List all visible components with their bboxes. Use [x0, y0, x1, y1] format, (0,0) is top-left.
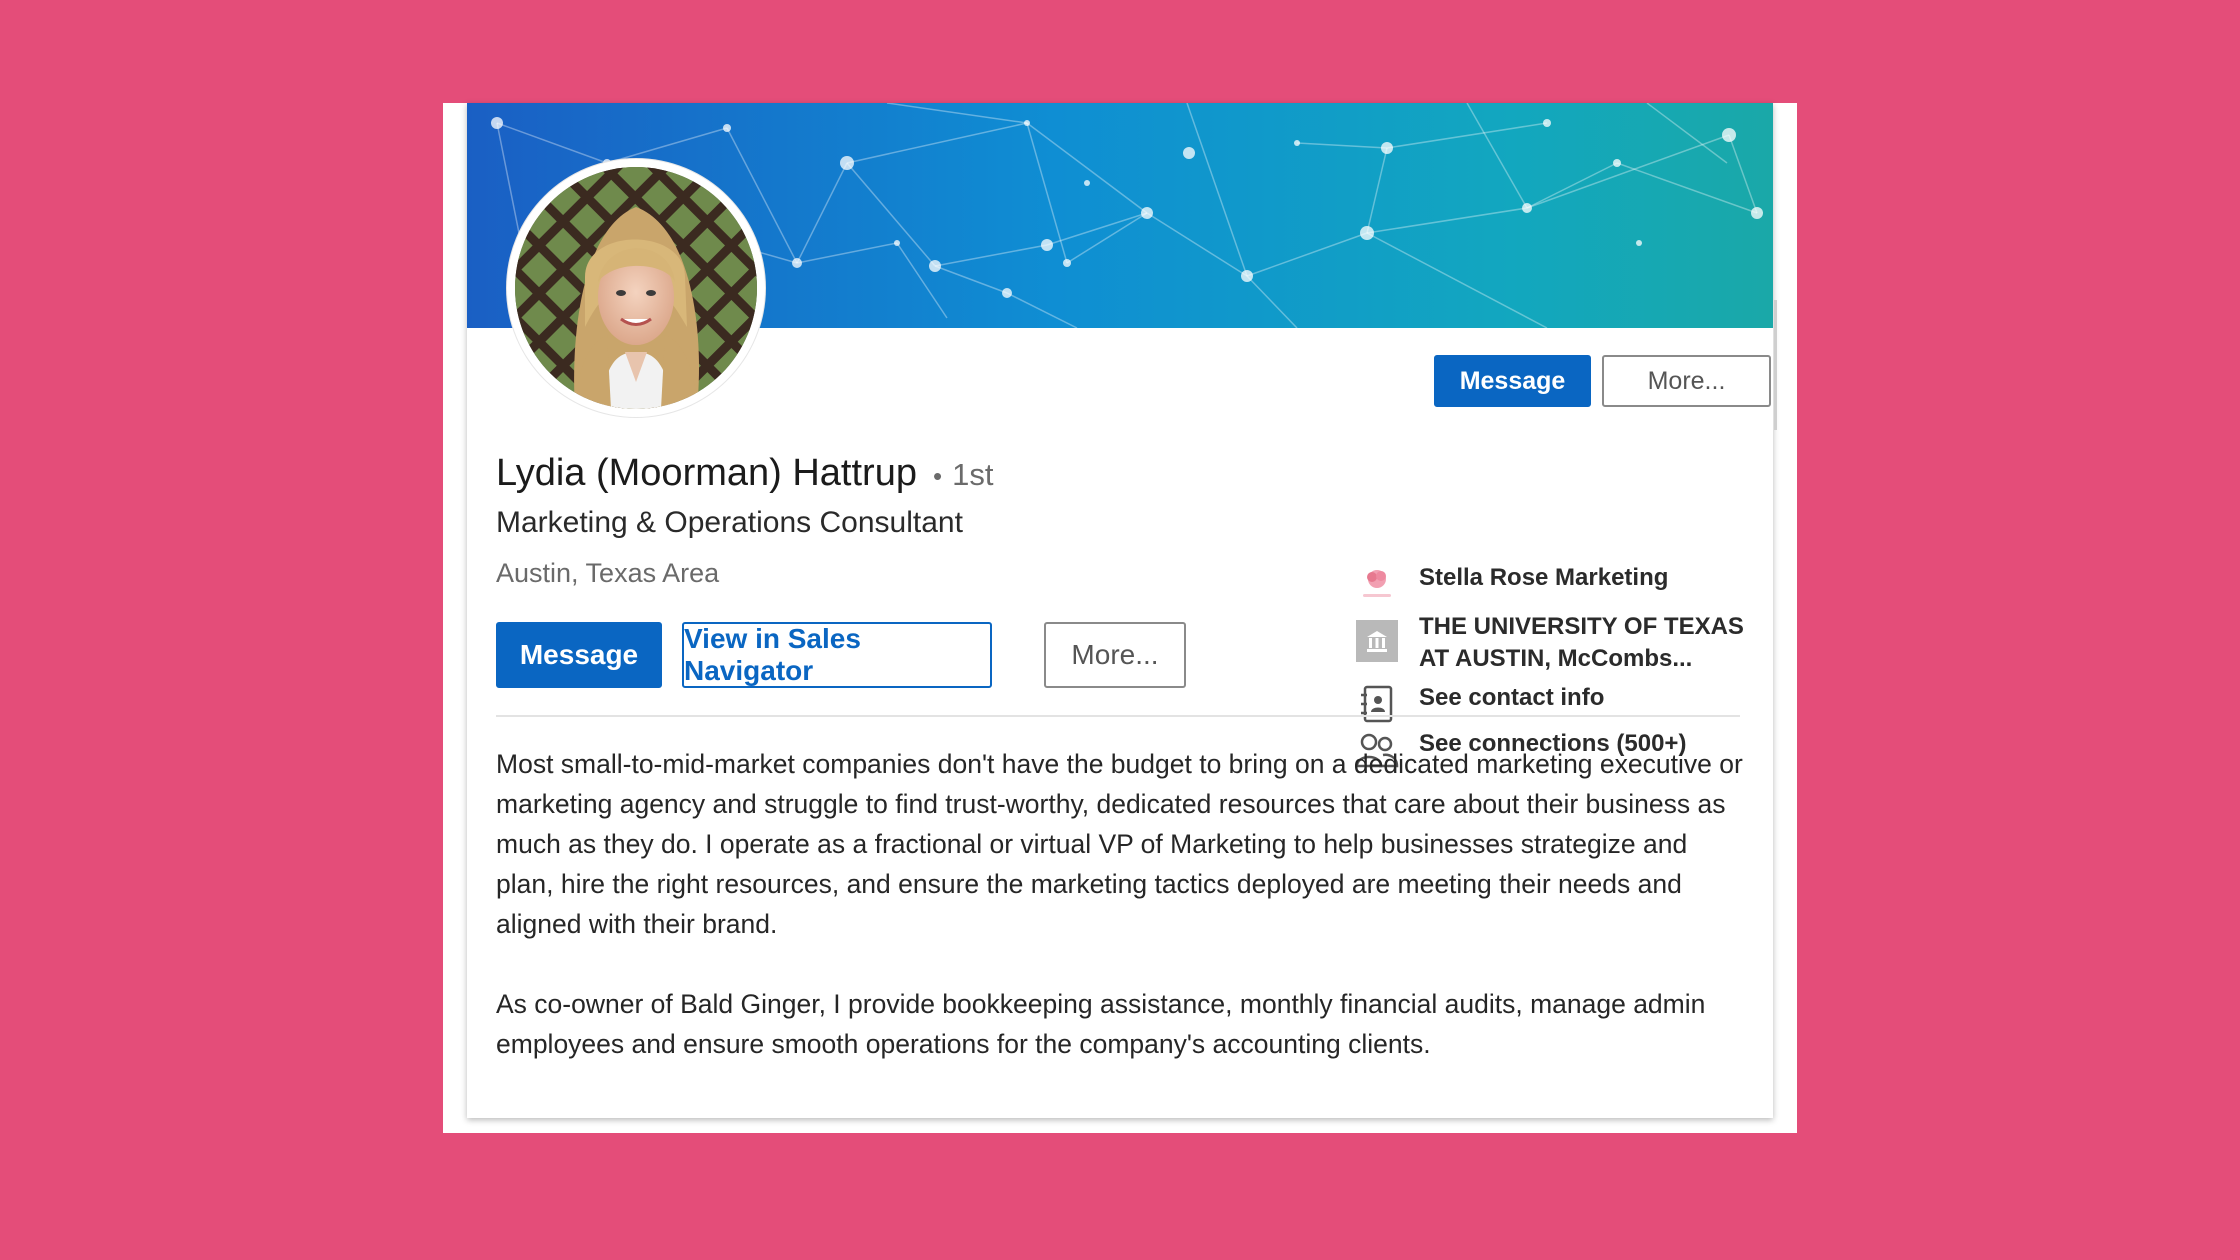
sidebar-item-label: THE UNIVERSITY OF TEXAS AT AUSTIN, McCom… [1419, 611, 1744, 675]
degree-separator: • [932, 461, 943, 491]
sidebar-item-contact-info[interactable]: See contact info [1355, 682, 1604, 726]
contact-card-icon [1355, 682, 1399, 726]
profile-card: Message More... Lydia (Moorman) Hattrup … [467, 103, 1773, 1118]
section-divider [496, 715, 1740, 717]
profile-headline: Marketing & Operations Consultant [496, 506, 963, 539]
connection-degree: 1st [952, 457, 994, 492]
profile-photo-image [515, 167, 757, 409]
school-name-line2: AT AUSTIN, McCombs... [1419, 645, 1693, 672]
sidebar-item-school[interactable]: THE UNIVERSITY OF TEXAS AT AUSTIN, McCom… [1355, 611, 1744, 675]
scrollbar-track[interactable] [1774, 300, 1777, 430]
sidebar-item-company[interactable]: Stella Rose Marketing [1355, 562, 1668, 606]
summary-paragraph: As co-owner of Bald Ginger, I provide bo… [496, 989, 1706, 1059]
view-in-sales-navigator-button[interactable]: View in Sales Navigator [682, 622, 992, 688]
company-logo-icon [1355, 562, 1399, 606]
profile-photo[interactable] [507, 159, 765, 417]
more-button[interactable]: More... [1044, 622, 1186, 688]
summary-paragraph: Most small-to-mid-market companies don't… [496, 749, 1743, 939]
message-button[interactable]: Message [496, 622, 662, 688]
top-message-button[interactable]: Message [1434, 355, 1591, 407]
profile-summary: Most small-to-mid-market companies don't… [496, 744, 1746, 1104]
school-icon [1355, 619, 1399, 663]
school-name-line1: THE UNIVERSITY OF TEXAS [1419, 613, 1744, 640]
sidebar-item-label: Stella Rose Marketing [1419, 564, 1669, 591]
profile-name: Lydia (Moorman) Hattrup [496, 452, 917, 494]
profile-name-row: Lydia (Moorman) Hattrup • 1st [496, 452, 993, 502]
sidebar-item-label: See contact info [1419, 684, 1605, 711]
profile-location: Austin, Texas Area [496, 558, 720, 588]
top-more-button[interactable]: More... [1602, 355, 1771, 407]
